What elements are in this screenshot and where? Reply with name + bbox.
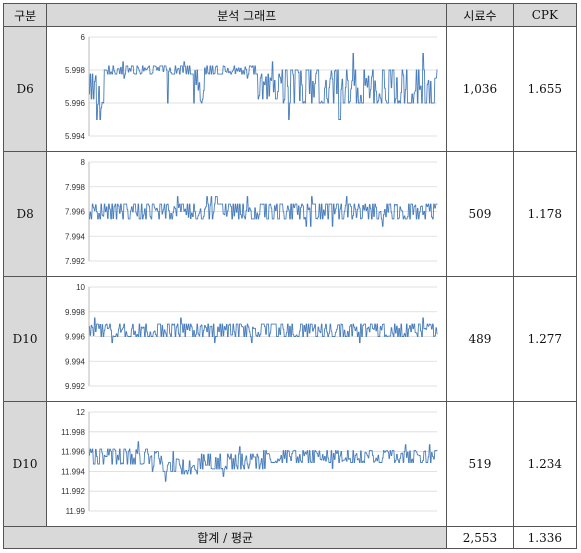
- header-graph: 분석 그래프: [46, 3, 448, 27]
- y-tick-label: 12: [76, 408, 85, 417]
- cpk-table: 구분 분석 그래프 시료수 CPK D6 6 5.998 5.996 5.994 1,…: [2, 3, 578, 549]
- row-label: D8: [2, 151, 48, 277]
- sample-count: 519: [446, 401, 514, 527]
- y-tick-label: 8: [80, 158, 85, 167]
- table-row: D10 10 9.998 9.996 9.994 9.992 489 1.277: [2, 276, 578, 402]
- row-label: D10: [2, 401, 48, 527]
- line-chart-d8: 8 7.998 7.996 7.994 7.992: [65, 158, 438, 266]
- y-tick-label: 11.99: [65, 507, 85, 516]
- y-tick-label: 7.994: [65, 232, 86, 241]
- graph-cell: 10 9.998 9.996 9.994 9.992: [46, 276, 448, 402]
- footer-samples: 2,553: [446, 526, 514, 549]
- cpk-value: 1.277: [512, 276, 578, 402]
- line-chart-d10a: 10 9.998 9.996 9.994 9.992: [65, 283, 438, 391]
- header-category: 구분: [2, 3, 48, 27]
- footer-row: 합계 / 평균 2,553 1.336: [2, 526, 578, 549]
- footer-cpk: 1.336: [512, 526, 578, 549]
- graph-cell: 8 7.998 7.996 7.994 7.992: [46, 151, 448, 277]
- y-tick-label: 5.994: [65, 132, 86, 141]
- sample-count: 1,036: [446, 26, 514, 152]
- y-tick-label: 9.996: [65, 333, 86, 342]
- graph-cell: 6 5.998 5.996 5.994: [46, 26, 448, 152]
- table-row: D10 12 11.998 11.996 11.994 11.992 11.99 519 …: [2, 401, 578, 527]
- sample-count: 509: [446, 151, 514, 277]
- line-chart-d10b: 12 11.998 11.996 11.994 11.992 11.99: [61, 408, 438, 516]
- y-tick-label: 9.998: [65, 308, 86, 317]
- y-tick-label: 9.994: [65, 357, 86, 366]
- y-tick-label: 10: [76, 283, 85, 292]
- sample-count: 489: [446, 276, 514, 402]
- y-tick-label: 11.998: [61, 428, 85, 437]
- series-line: [88, 53, 438, 120]
- row-label: D10: [2, 276, 48, 402]
- y-tick-label: 5.998: [65, 66, 86, 75]
- table-row: D8 8 7.998 7.996 7.994 7.992 509 1.178: [2, 151, 578, 277]
- graph-cell: 12 11.998 11.996 11.994 11.992 11.99: [46, 401, 448, 527]
- cpk-value: 1.178: [512, 151, 578, 277]
- header-cpk: CPK: [512, 3, 578, 27]
- y-tick-label: 11.992: [61, 487, 85, 496]
- y-tick-label: 5.996: [65, 99, 86, 108]
- series-line: [88, 441, 438, 482]
- line-chart-d6: 6 5.998 5.996 5.994: [65, 33, 438, 141]
- y-tick-label: 6: [80, 33, 85, 42]
- y-tick-label: 11.996: [61, 448, 85, 457]
- cpk-value: 1.234: [512, 401, 578, 527]
- header-row: 구분 분석 그래프 시료수 CPK: [2, 3, 578, 27]
- y-tick-label: 7.992: [65, 257, 86, 266]
- y-tick-label: 11.994: [61, 467, 85, 476]
- y-tick-label: 7.998: [65, 183, 86, 192]
- y-tick-label: 9.992: [65, 382, 86, 391]
- y-tick-label: 7.996: [65, 208, 86, 217]
- row-label: D6: [2, 26, 48, 152]
- table-row: D6 6 5.998 5.996 5.994 1,036 1.655: [2, 26, 578, 152]
- header-samples: 시료수: [446, 3, 514, 27]
- cpk-value: 1.655: [512, 26, 578, 152]
- series-line: [88, 317, 438, 344]
- footer-label: 합계 / 평균: [2, 526, 448, 549]
